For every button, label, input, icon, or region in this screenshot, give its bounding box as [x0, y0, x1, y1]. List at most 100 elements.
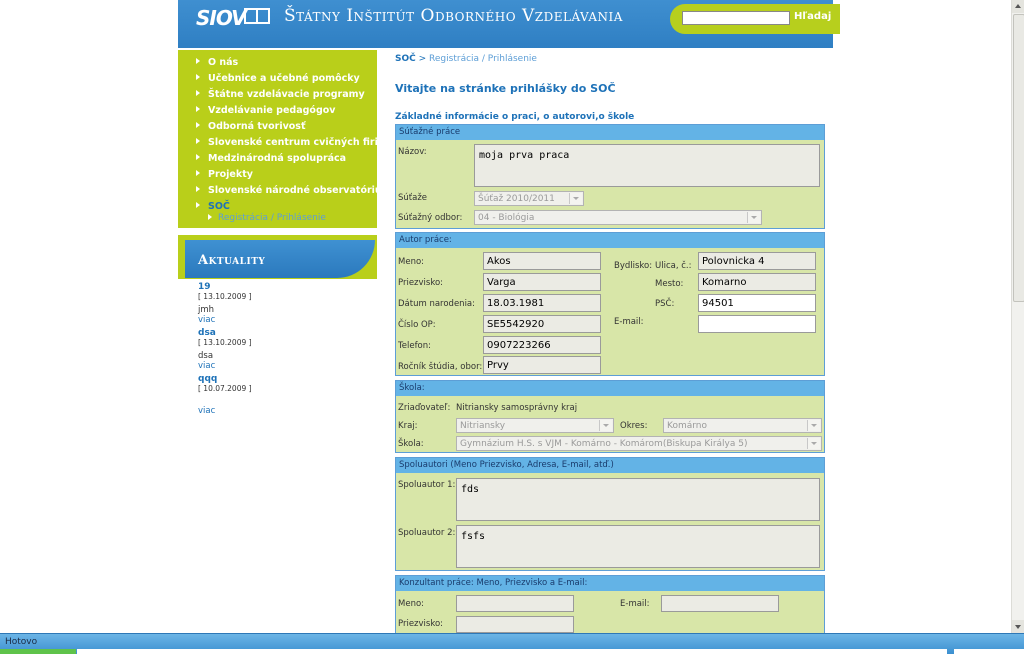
browser-viewport: SIOV Štátny Inštitút Odborného Vzdelávan…	[0, 0, 1011, 633]
search-input[interactable]	[682, 11, 790, 25]
nav-item-soc[interactable]: SOČ	[196, 201, 230, 212]
bullet-icon	[196, 106, 200, 112]
news-item: qqq [ 10.07.2009 ]	[198, 374, 252, 393]
status-zone-panel	[954, 649, 1024, 654]
news-more-link[interactable]: viac	[198, 406, 215, 416]
contest-select[interactable]: Šúťaž 2010/2011	[474, 191, 584, 206]
school-label: Škola:	[398, 439, 424, 449]
status-bar: Hotovo	[0, 633, 1024, 654]
nav-item-observatorium[interactable]: Slovenské národné observatórium	[196, 185, 392, 196]
email-field[interactable]	[698, 315, 816, 333]
school-legend: Škola:	[396, 381, 824, 396]
city-field[interactable]: Komarno	[698, 273, 816, 291]
first-name-field[interactable]: Akos	[483, 252, 601, 270]
district-label: Okres:	[620, 421, 648, 431]
news-item-title[interactable]: 19	[198, 282, 252, 292]
breadcrumb-current[interactable]: Registrácia / Prihlásenie	[429, 54, 537, 64]
news-item: dsa [ 13.10.2009 ] dsa viac	[198, 328, 252, 371]
zip-field[interactable]: 94501	[698, 294, 816, 312]
work-name-label: Názov:	[398, 147, 427, 157]
nav-item-medzinarodna-spolupraca[interactable]: Medzinárodná spolupráca	[196, 153, 346, 164]
first-name-label: Meno:	[398, 257, 425, 267]
news-item-title[interactable]: qqq	[198, 374, 252, 384]
phone-label: Telefon:	[398, 341, 432, 351]
author-legend: Autor práce:	[396, 233, 824, 248]
nav-item-statne-programy[interactable]: Štátne vzdelávacie programy	[196, 89, 365, 100]
status-progress-segment	[0, 649, 76, 654]
chevron-down-icon	[807, 420, 820, 431]
bullet-icon	[196, 138, 200, 144]
nav-item-odborna-tvorivost[interactable]: Odborná tvorivosť	[196, 121, 306, 132]
news-item-date: [ 13.10.2009 ]	[198, 338, 252, 347]
nav-item-ucebnice[interactable]: Učebnice a učebné pomôcky	[196, 73, 360, 84]
residence-label: Bydlisko:	[614, 261, 653, 271]
school-fieldset: Škola: Zriaďovateľ: Nitriansky samospráv…	[395, 380, 825, 453]
bullet-icon	[208, 214, 212, 220]
consultant-name-field[interactable]	[456, 595, 574, 612]
book-icon	[244, 8, 270, 24]
chevron-down-icon	[599, 420, 612, 431]
scroll-thumb[interactable]	[1013, 14, 1024, 302]
id-card-label: Číslo OP:	[398, 320, 436, 330]
competition-fieldset: Súťažné práce Názov: moja prva praca Súť…	[395, 124, 825, 229]
work-name-textarea[interactable]: moja prva praca	[474, 144, 820, 187]
consultant-surname-label: Priezvisko:	[398, 619, 444, 629]
founder-label: Zriaďovateľ:	[398, 403, 451, 413]
founder-value: Nitriansky samosprávny kraj	[456, 403, 578, 413]
consultant-email-field[interactable]	[661, 595, 779, 612]
site-title: Štátny Inštitút Odborného Vzdelávania	[284, 6, 623, 26]
last-name-field[interactable]: Varga	[483, 273, 601, 291]
consultant-legend: Konzultant práce: Meno, Priezvisko a E-m…	[396, 576, 824, 591]
news-title: Aktuality	[198, 253, 266, 268]
news-header: Aktuality	[185, 240, 375, 278]
bullet-icon	[196, 122, 200, 128]
region-label: Kraj:	[398, 421, 418, 431]
contest-label: Súťaže	[398, 193, 428, 203]
scroll-down-arrow-icon[interactable]	[1012, 620, 1024, 633]
coauthor-1-textarea[interactable]: fds	[456, 478, 820, 521]
phone-field[interactable]: 0907223266	[483, 336, 601, 354]
bullet-icon	[196, 202, 200, 208]
chevron-down-icon	[569, 193, 582, 204]
section-heading: Základné informácie o praci, o autorovi,…	[395, 112, 635, 122]
news-item-more-link[interactable]: viac	[198, 361, 252, 371]
vertical-scrollbar[interactable]	[1011, 0, 1024, 633]
news-item-date: [ 10.07.2009 ]	[198, 384, 252, 393]
district-select[interactable]: Komárno	[663, 418, 822, 433]
nav-item-vzdelavanie-pedagogov[interactable]: Vzdelávanie pedagógov	[196, 105, 335, 116]
city-label: Mesto:	[655, 279, 684, 289]
nav-item-o-nas[interactable]: O nás	[196, 57, 238, 68]
field-label: Súťažný odbor:	[398, 213, 463, 223]
last-name-label: Priezvisko:	[398, 278, 444, 288]
consultant-surname-field[interactable]	[456, 616, 574, 633]
author-fieldset: Autor práce: Meno: Akos Priezvisko: Varg…	[395, 232, 825, 376]
news-item-more-link[interactable]: viac	[198, 315, 252, 325]
study-year-label: Ročník štúdia, obor:	[398, 362, 483, 372]
coauthor-2-textarea[interactable]: fsfs	[456, 525, 820, 568]
birth-date-field[interactable]: 18.03.1981	[483, 294, 601, 312]
status-text: Hotovo	[5, 637, 38, 647]
subnav-item-registracia[interactable]: Registrácia / Prihlásenie	[208, 213, 326, 223]
coauthors-fieldset: Spoluautori (Meno Priezvisko, Adresa, E-…	[395, 457, 825, 571]
birth-date-label: Dátum narodenia:	[398, 299, 476, 309]
chevron-down-icon	[747, 212, 760, 223]
breadcrumb-home[interactable]: SOČ	[395, 54, 416, 64]
street-field[interactable]: Polovnicka 4	[698, 252, 816, 270]
nav-item-cvicne-firmy[interactable]: Slovenské centrum cvičných firiem	[196, 137, 394, 148]
breadcrumb-separator: >	[418, 54, 427, 64]
school-select[interactable]: Gymnázium H.S. s VJM - Komárno - Komárom…	[456, 436, 822, 451]
scroll-up-arrow-icon[interactable]	[1012, 0, 1024, 13]
competition-legend: Súťažné práce	[396, 125, 824, 140]
region-select[interactable]: Nitriansky	[456, 418, 614, 433]
study-year-field[interactable]: Prvy	[483, 356, 601, 374]
site-header: SIOV Štátny Inštitút Odborného Vzdelávan…	[178, 0, 840, 48]
id-card-field[interactable]: SE5542920	[483, 315, 601, 333]
nav-item-projekty[interactable]: Projekty	[196, 169, 253, 180]
news-item-title[interactable]: dsa	[198, 328, 252, 338]
field-select[interactable]: 04 - Biológia	[474, 210, 762, 225]
search-button[interactable]: Hľadaj	[794, 11, 831, 22]
siov-logo[interactable]: SIOV	[196, 6, 247, 30]
consultant-email-label: E-mail:	[620, 599, 650, 609]
coauthor-1-label: Spoluautor 1:	[398, 480, 456, 490]
coauthor-2-label: Spoluautor 2:	[398, 528, 456, 538]
